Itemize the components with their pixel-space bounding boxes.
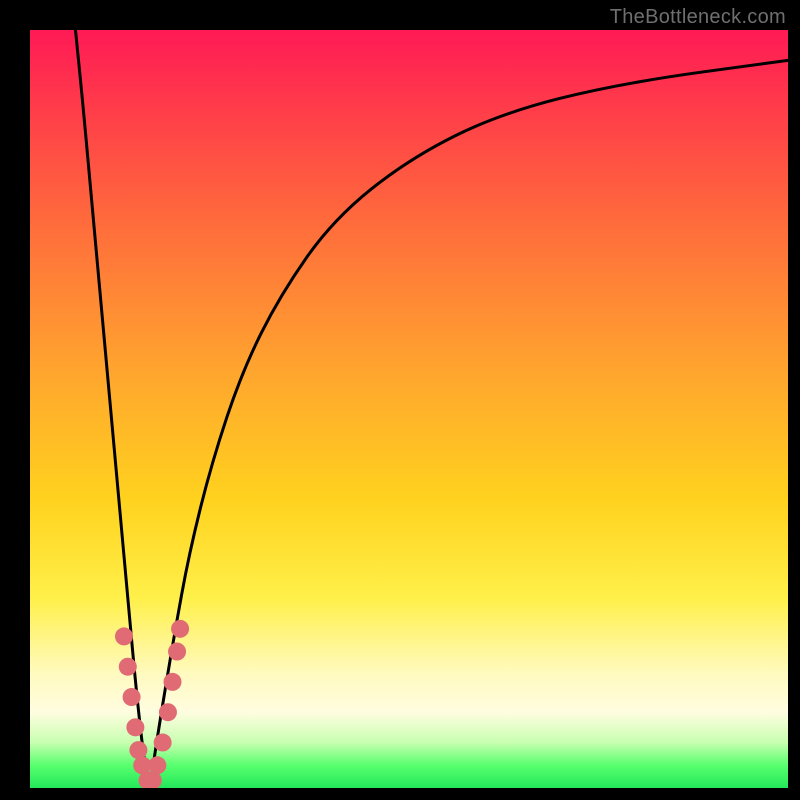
chart-frame: TheBottleneck.com (0, 0, 800, 800)
chart-svg (30, 30, 788, 788)
marker-point (154, 734, 172, 752)
plot-area (30, 30, 788, 788)
series-right-branch (150, 60, 788, 788)
watermark-text: TheBottleneck.com (610, 6, 786, 29)
series-left-branch (75, 30, 149, 788)
marker-point (164, 673, 182, 691)
marker-point (168, 643, 186, 661)
marker-group (115, 620, 189, 788)
marker-point (123, 688, 141, 706)
marker-point (148, 756, 166, 774)
marker-point (159, 703, 177, 721)
marker-point (115, 627, 133, 645)
marker-point (171, 620, 189, 638)
marker-point (126, 718, 144, 736)
marker-point (129, 741, 147, 759)
marker-point (119, 658, 137, 676)
curve-group (75, 30, 788, 788)
